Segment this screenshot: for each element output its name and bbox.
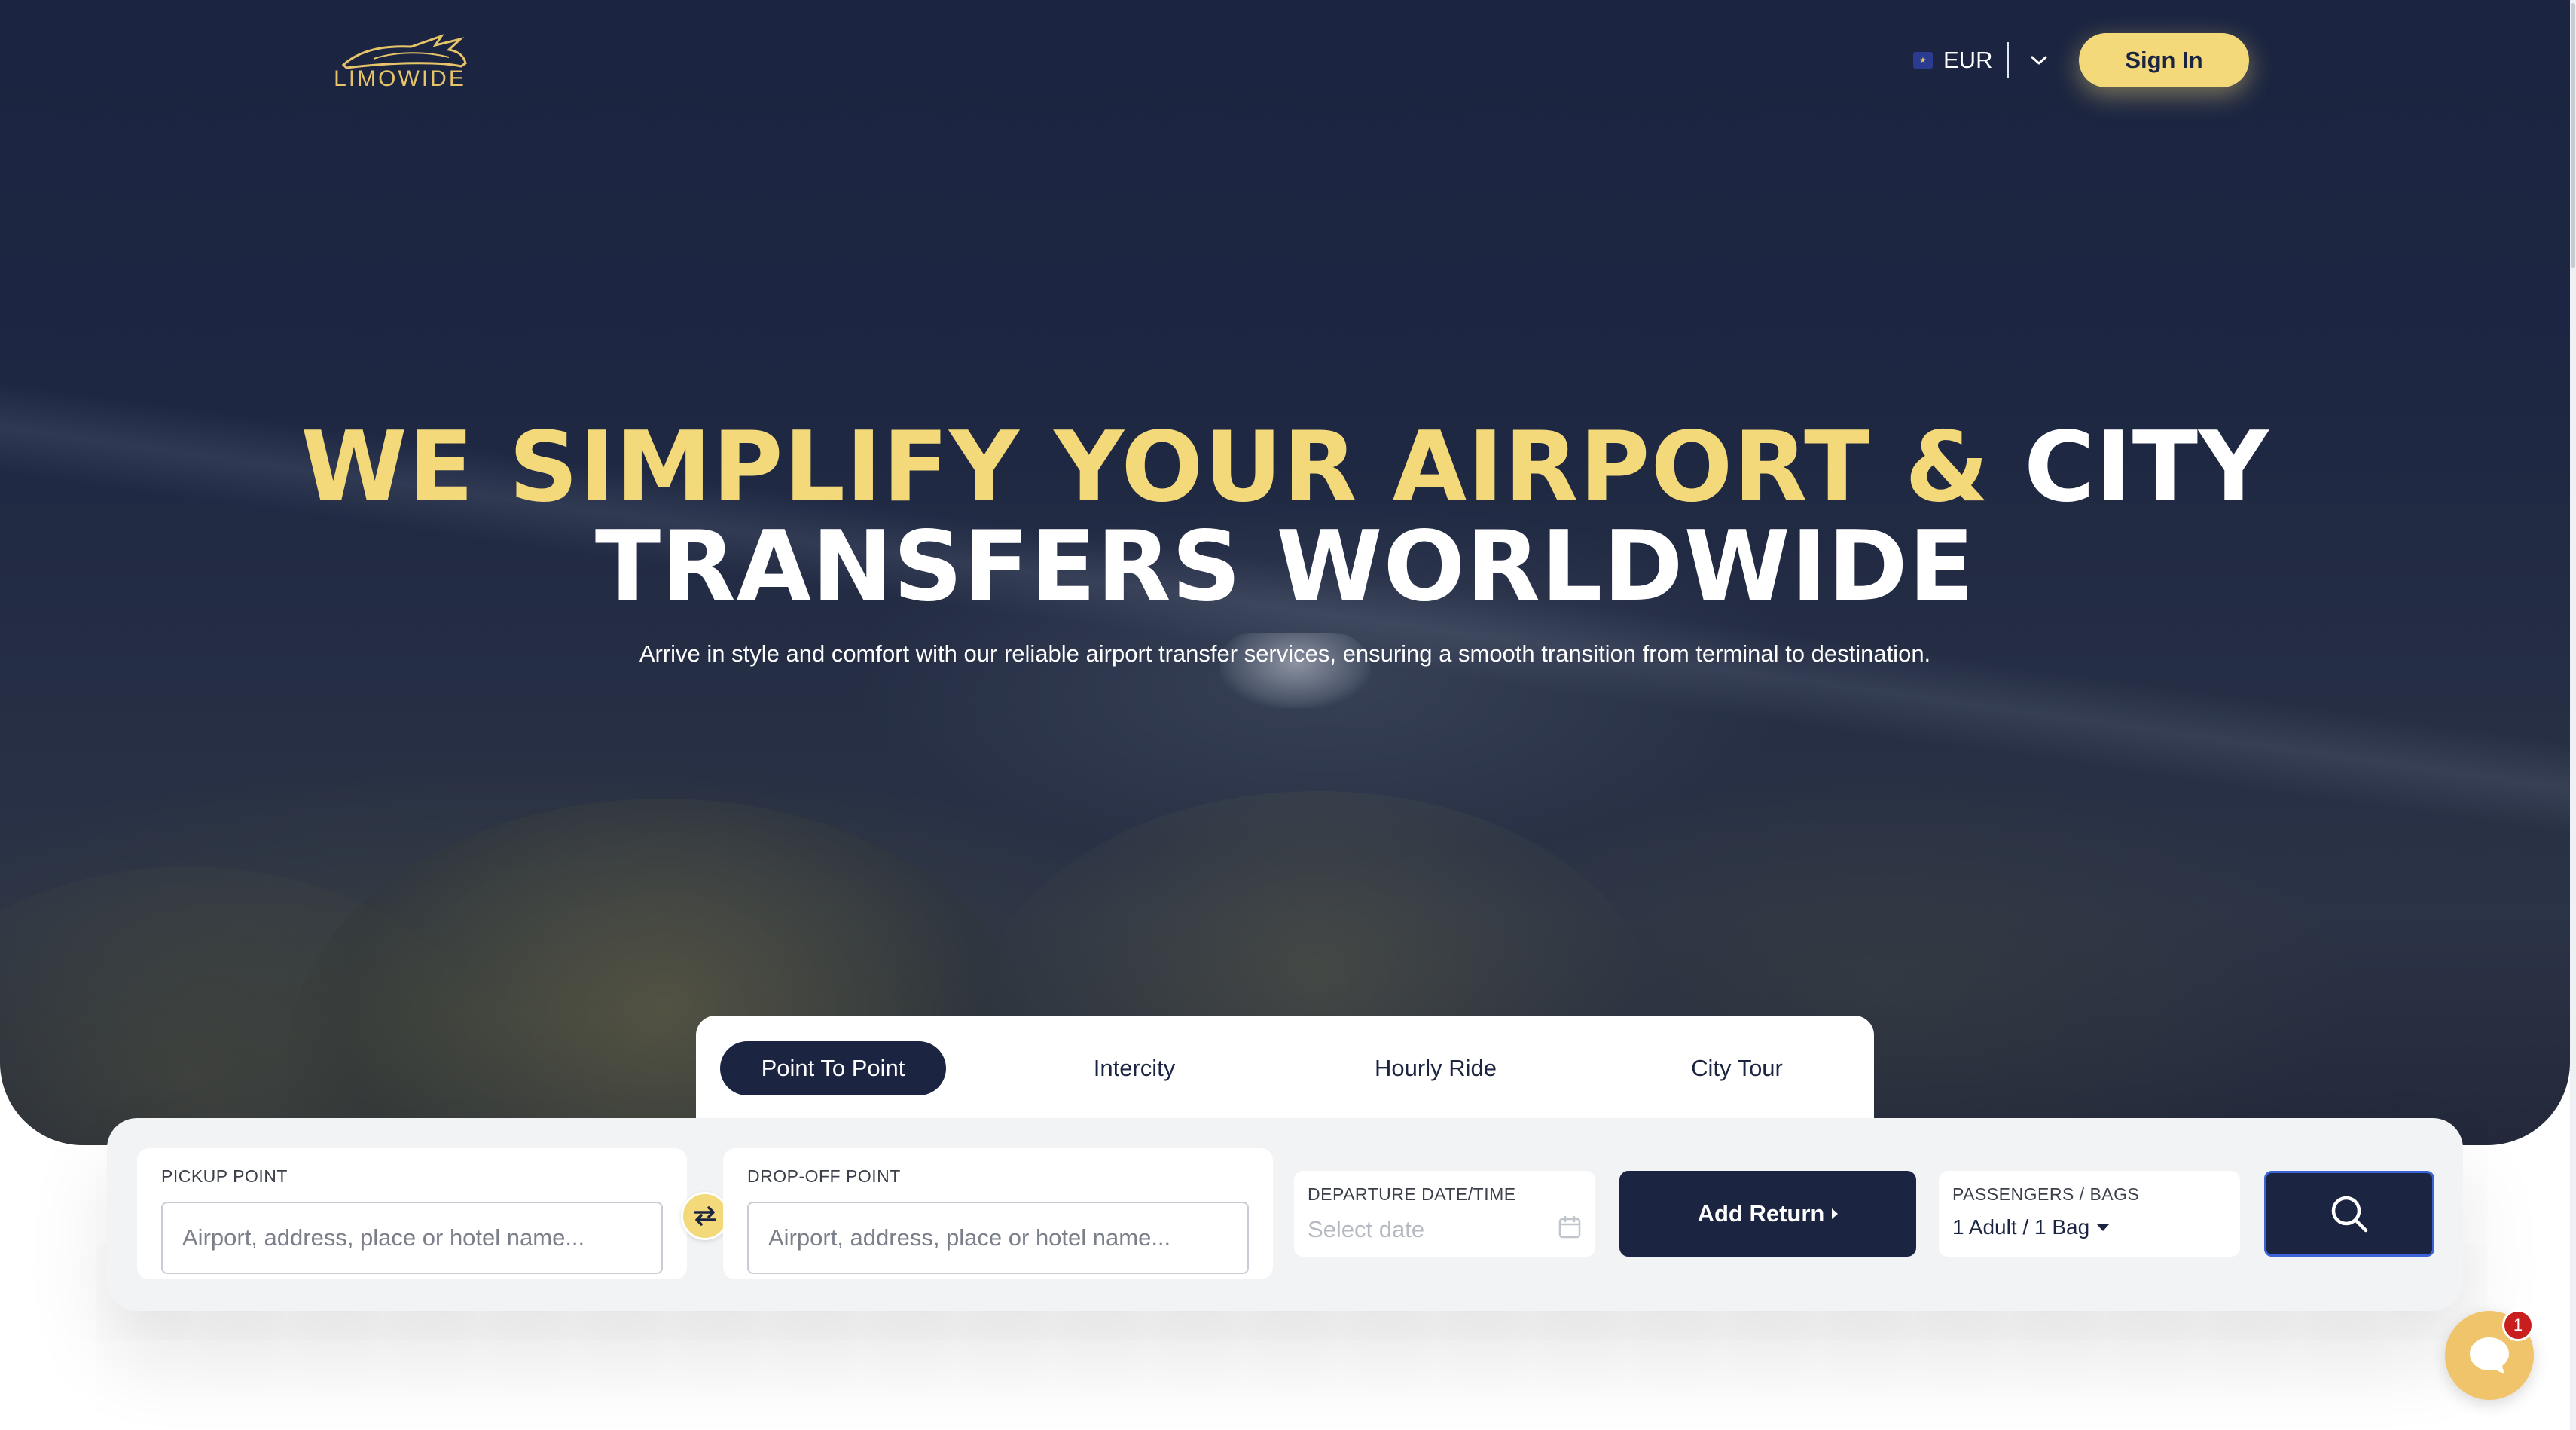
departure-label: DEPARTURE DATE/TIME [1308, 1184, 1516, 1204]
headline-line-2: TRANSFERS WORLDWIDE [594, 511, 1976, 623]
page-scrollbar[interactable] [2570, 0, 2576, 1430]
currency-divider [2007, 42, 2010, 78]
passengers-value: 1 Adult / 1 Bag [1952, 1215, 2090, 1239]
search-icon [2331, 1196, 2368, 1233]
pickup-input[interactable]: Airport, address, place or hotel name... [161, 1202, 663, 1274]
chevron-down-icon[interactable] [2024, 45, 2054, 75]
headline-plain-text: CITY [2024, 411, 2269, 524]
search-button[interactable] [2264, 1171, 2434, 1257]
sign-in-button[interactable]: Sign In [2079, 33, 2249, 87]
tab-intercity[interactable]: Intercity [1021, 1041, 1247, 1095]
pickup-card: PICKUP POINT Airport, address, place or … [137, 1148, 687, 1279]
tab-city-tour[interactable]: City Tour [1624, 1041, 1850, 1095]
swap-arrows-icon[interactable] [681, 1192, 729, 1240]
add-return-label: Add Return [1697, 1200, 1825, 1227]
chat-bubble-icon [2470, 1337, 2509, 1374]
passengers-card[interactable]: PASSENGERS / BAGS 1 Adult / 1 Bag [1939, 1171, 2240, 1257]
currency-selector[interactable]: ★ EUR [1913, 39, 2054, 81]
departure-card[interactable]: DEPARTURE DATE/TIME Select date [1294, 1171, 1595, 1257]
eu-flag-icon: ★ [1913, 52, 1933, 69]
logo-text: LIMOWIDE [334, 66, 466, 91]
caret-down-icon [2097, 1224, 2110, 1231]
pickup-label: PICKUP POINT [161, 1166, 288, 1186]
dropoff-card: DROP-OFF POINT Airport, address, place o… [723, 1148, 1273, 1279]
limowide-logo[interactable]: LIMOWIDE [328, 29, 472, 96]
hero-headline: WE SIMPLIFY YOUR AIRPORT & CITY TRANSFER… [0, 418, 2570, 617]
tab-point-to-point[interactable]: Point To Point [720, 1041, 946, 1095]
departure-date-input[interactable]: Select date [1308, 1216, 1424, 1243]
headline-accent-text: WE SIMPLIFY YOUR AIRPORT & [301, 411, 1990, 524]
dropoff-label: DROP-OFF POINT [747, 1166, 901, 1186]
booking-tabs: Point To Point Intercity Hourly Ride Cit… [696, 1016, 1874, 1121]
calendar-icon[interactable] [1558, 1215, 1582, 1243]
scrollbar-thumb[interactable] [2571, 3, 2575, 268]
booking-search-bar: PICKUP POINT Airport, address, place or … [107, 1118, 2463, 1311]
dropoff-input[interactable]: Airport, address, place or hotel name... [747, 1202, 1249, 1274]
tab-hourly-ride[interactable]: Hourly Ride [1323, 1041, 1549, 1095]
currency-code: EUR [1943, 47, 1993, 73]
caret-right-icon [1832, 1208, 1839, 1219]
hero-subtitle: Arrive in style and comfort with our rel… [639, 640, 1931, 667]
passengers-select[interactable]: 1 Adult / 1 Bag [1952, 1215, 2227, 1239]
add-return-button[interactable]: Add Return [1619, 1171, 1916, 1257]
chat-unread-badge: 1 [2502, 1309, 2534, 1341]
passengers-label: PASSENGERS / BAGS [1952, 1184, 2140, 1204]
